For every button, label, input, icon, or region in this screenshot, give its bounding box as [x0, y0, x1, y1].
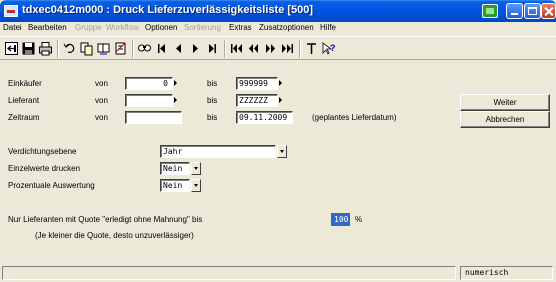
- exit-icon[interactable]: [4, 41, 19, 56]
- zoom-arrow-icon[interactable]: [174, 80, 177, 86]
- menu-gruppe: Gruppe: [75, 23, 102, 32]
- first-group-icon[interactable]: [229, 41, 244, 56]
- menu-extras[interactable]: Extras: [229, 23, 252, 32]
- status-mode: numerisch: [460, 266, 553, 280]
- duplicate-icon[interactable]: [96, 41, 111, 56]
- previous-group-icon[interactable]: [246, 41, 261, 56]
- close-button[interactable]: [541, 3, 556, 19]
- status-bar: numerisch: [0, 264, 556, 282]
- menu-sortierung: Sortierung: [184, 23, 221, 32]
- zeitraum-note: (geplantes Lieferdatum): [312, 113, 397, 122]
- save-icon[interactable]: [21, 41, 36, 56]
- zeitraum-from-field[interactable]: [125, 111, 182, 124]
- text-icon[interactable]: [304, 41, 319, 56]
- delete-record-icon[interactable]: [113, 41, 128, 56]
- cancel-button[interactable]: Abbrechen: [460, 111, 550, 128]
- menu-hilfe[interactable]: Hilfe: [320, 23, 336, 32]
- lieferant-to-field[interactable]: ZZZZZZ: [236, 94, 278, 107]
- zeitraum-label: Zeitraum: [8, 113, 40, 122]
- status-message: [2, 266, 456, 280]
- maximize-button[interactable]: [524, 3, 541, 19]
- next-record-icon[interactable]: [188, 41, 203, 56]
- last-group-icon[interactable]: [280, 41, 295, 56]
- continue-button[interactable]: Weiter: [460, 94, 550, 111]
- zeitraum-to-field[interactable]: 09.11.2009: [236, 111, 293, 124]
- einkaeufer-to-field[interactable]: 999999: [236, 77, 278, 90]
- einzelwerte-label: Einzelwerte drucken: [8, 164, 81, 173]
- verdichtungsebene-select[interactable]: Jahr: [160, 145, 276, 158]
- quote-hint: (Je kleiner die Quote, desto unzuverläss…: [35, 231, 194, 240]
- last-record-icon[interactable]: [205, 41, 220, 56]
- quote-field[interactable]: 100: [331, 213, 350, 226]
- zeitraum-from-label: von: [95, 113, 108, 122]
- help-icon[interactable]: ?: [321, 41, 336, 56]
- find-icon[interactable]: [137, 41, 152, 56]
- first-record-icon[interactable]: [154, 41, 169, 56]
- einkaeufer-label: Einkäufer: [8, 79, 42, 88]
- zeitraum-to-label: bis: [207, 113, 218, 122]
- einkaeufer-from-field[interactable]: 0: [125, 77, 173, 90]
- zoom-arrow-icon[interactable]: [279, 80, 282, 86]
- undo-icon[interactable]: [62, 41, 77, 56]
- menu-zusatzoptionen[interactable]: Zusatzoptionen: [259, 23, 314, 32]
- prozentual-select[interactable]: Nein: [160, 179, 190, 192]
- menu-workflow: Workflow: [106, 23, 139, 32]
- minimize-button[interactable]: [506, 3, 523, 19]
- app-icon: [4, 5, 18, 17]
- lieferant-from-field[interactable]: [125, 94, 173, 107]
- chevron-down-icon[interactable]: [191, 162, 201, 175]
- prozentual-label: Prozentuale Auswertung: [8, 181, 95, 190]
- chevron-down-icon[interactable]: [277, 145, 287, 158]
- toolbar: ?: [0, 36, 556, 60]
- lieferant-from-label: von: [95, 96, 108, 105]
- window-title: tdxec0412m000 : Druck Lieferzuverlässigk…: [22, 4, 314, 16]
- copy-record-icon[interactable]: [79, 41, 94, 56]
- menu-bar: Datei Bearbeiten Gruppe Workflow Optione…: [0, 22, 556, 36]
- verdichtungsebene-label: Verdichtungsebene: [8, 147, 77, 156]
- menu-bearbeiten[interactable]: Bearbeiten: [28, 23, 67, 32]
- quote-label: Nur Lieferanten mit Quote "erledigt ohne…: [8, 215, 203, 224]
- chevron-down-icon[interactable]: [191, 179, 201, 192]
- previous-record-icon[interactable]: [171, 41, 186, 56]
- svg-text:?: ?: [330, 43, 336, 53]
- einzelwerte-select[interactable]: Nein: [160, 162, 190, 175]
- title-bar[interactable]: tdxec0412m000 : Druck Lieferzuverlässigk…: [0, 0, 556, 22]
- application-icon[interactable]: [482, 4, 498, 18]
- lieferant-to-label: bis: [207, 96, 218, 105]
- einkaeufer-from-label: von: [95, 79, 108, 88]
- zoom-arrow-icon[interactable]: [279, 97, 282, 103]
- next-group-icon[interactable]: [263, 41, 278, 56]
- menu-datei[interactable]: Datei: [3, 23, 22, 32]
- print-icon[interactable]: [38, 41, 53, 56]
- menu-optionen[interactable]: Optionen: [145, 23, 177, 32]
- zoom-arrow-icon[interactable]: [174, 97, 177, 103]
- quote-unit: %: [355, 215, 363, 224]
- einkaeufer-to-label: bis: [207, 79, 218, 88]
- lieferant-label: Lieferant: [8, 96, 40, 105]
